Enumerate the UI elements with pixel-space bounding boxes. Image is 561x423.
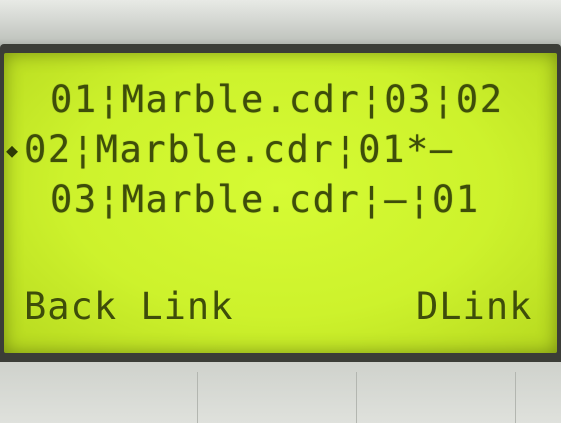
softkey-divider xyxy=(197,372,198,423)
lcd-screen: 01¦Marble.cdr¦03¦02 ◆ 02¦Marble.cdr¦01*—… xyxy=(4,53,557,353)
link-row-02[interactable]: 02¦Marble.cdr¦01*— xyxy=(24,130,454,170)
device-bottom-panel xyxy=(0,362,561,423)
softkey-divider xyxy=(515,372,516,423)
back-link-softkey-label[interactable]: Back Link xyxy=(24,287,233,327)
link-row-03[interactable]: 03¦Marble.cdr¦—¦01 xyxy=(50,180,480,220)
selection-cursor-icon: ◆ xyxy=(6,138,19,162)
link-row-01[interactable]: 01¦Marble.cdr¦03¦02 xyxy=(50,80,504,120)
dlink-softkey-label[interactable]: DLink xyxy=(416,287,532,327)
softkey-divider xyxy=(356,372,357,423)
